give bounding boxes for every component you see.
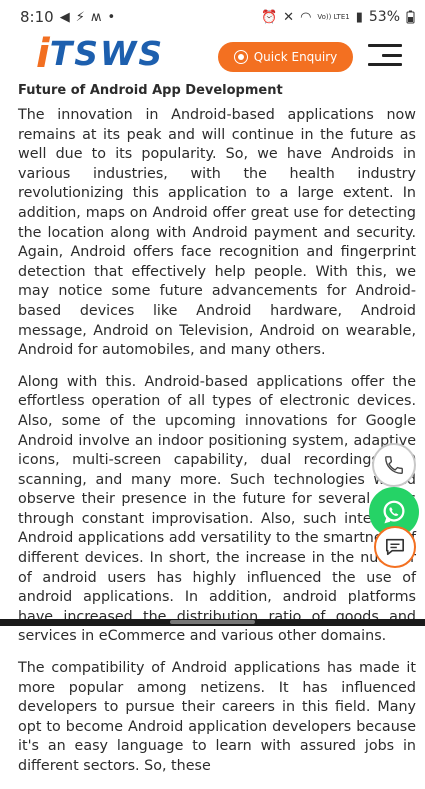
article-heading: Future of Android App Development <box>18 83 283 98</box>
radio-dot-icon <box>233 50 248 64</box>
whatsapp-icon <box>383 500 405 524</box>
logo-letter-i: i <box>36 31 50 77</box>
article-paragraph: The innovation in Android-based applicat… <box>18 107 416 359</box>
signal-icon: ▮ <box>355 9 363 25</box>
phone-icon <box>385 456 403 474</box>
dot-icon: • <box>107 9 116 25</box>
home-gesture-handle[interactable] <box>170 620 255 624</box>
site-header: i TSWS Quick Enquiry <box>0 34 425 76</box>
mute-icon: ✕ <box>283 9 295 25</box>
call-button[interactable] <box>372 443 416 487</box>
network-label: Vo)) LTE1 <box>317 13 350 21</box>
m-icon: ʍ <box>90 9 102 25</box>
wifi-icon: ◠ <box>300 9 312 25</box>
status-right: ⏰ ✕ ◠ Vo)) LTE1 ▮ 53% <box>261 9 415 25</box>
battery-level: 53% <box>368 9 400 25</box>
article-content: Future of Android App Development The in… <box>18 82 416 789</box>
alarm-icon: ⏰ <box>260 9 278 25</box>
quick-enquiry-label: Quick Enquiry <box>253 50 338 64</box>
article-paragraph: Along with this. Android-based applicati… <box>18 373 416 645</box>
menu-line <box>368 44 402 47</box>
menu-line <box>382 53 402 57</box>
status-bar: 8:10 ◀ ⚡ ʍ • ⏰ ✕ ◠ Vo)) LTE1 ▮ 53% <box>0 0 425 34</box>
quick-enquiry-button[interactable]: Quick Enquiry <box>218 42 353 72</box>
status-left: 8:10 ◀ ⚡ ʍ • <box>20 8 115 26</box>
battery-icon <box>406 10 415 24</box>
status-time: 8:10 <box>20 8 54 26</box>
chat-button[interactable] <box>374 526 416 568</box>
thunder-icon: ⚡ <box>75 9 85 25</box>
menu-line <box>368 63 402 66</box>
logo-wordmark: TSWS <box>49 34 165 73</box>
chat-icon <box>386 538 404 556</box>
send-icon: ◀ <box>59 9 70 25</box>
hamburger-menu-icon[interactable] <box>368 44 402 66</box>
article-paragraph: The compatibility of Android application… <box>18 660 416 774</box>
site-logo[interactable]: i TSWS <box>36 34 164 74</box>
